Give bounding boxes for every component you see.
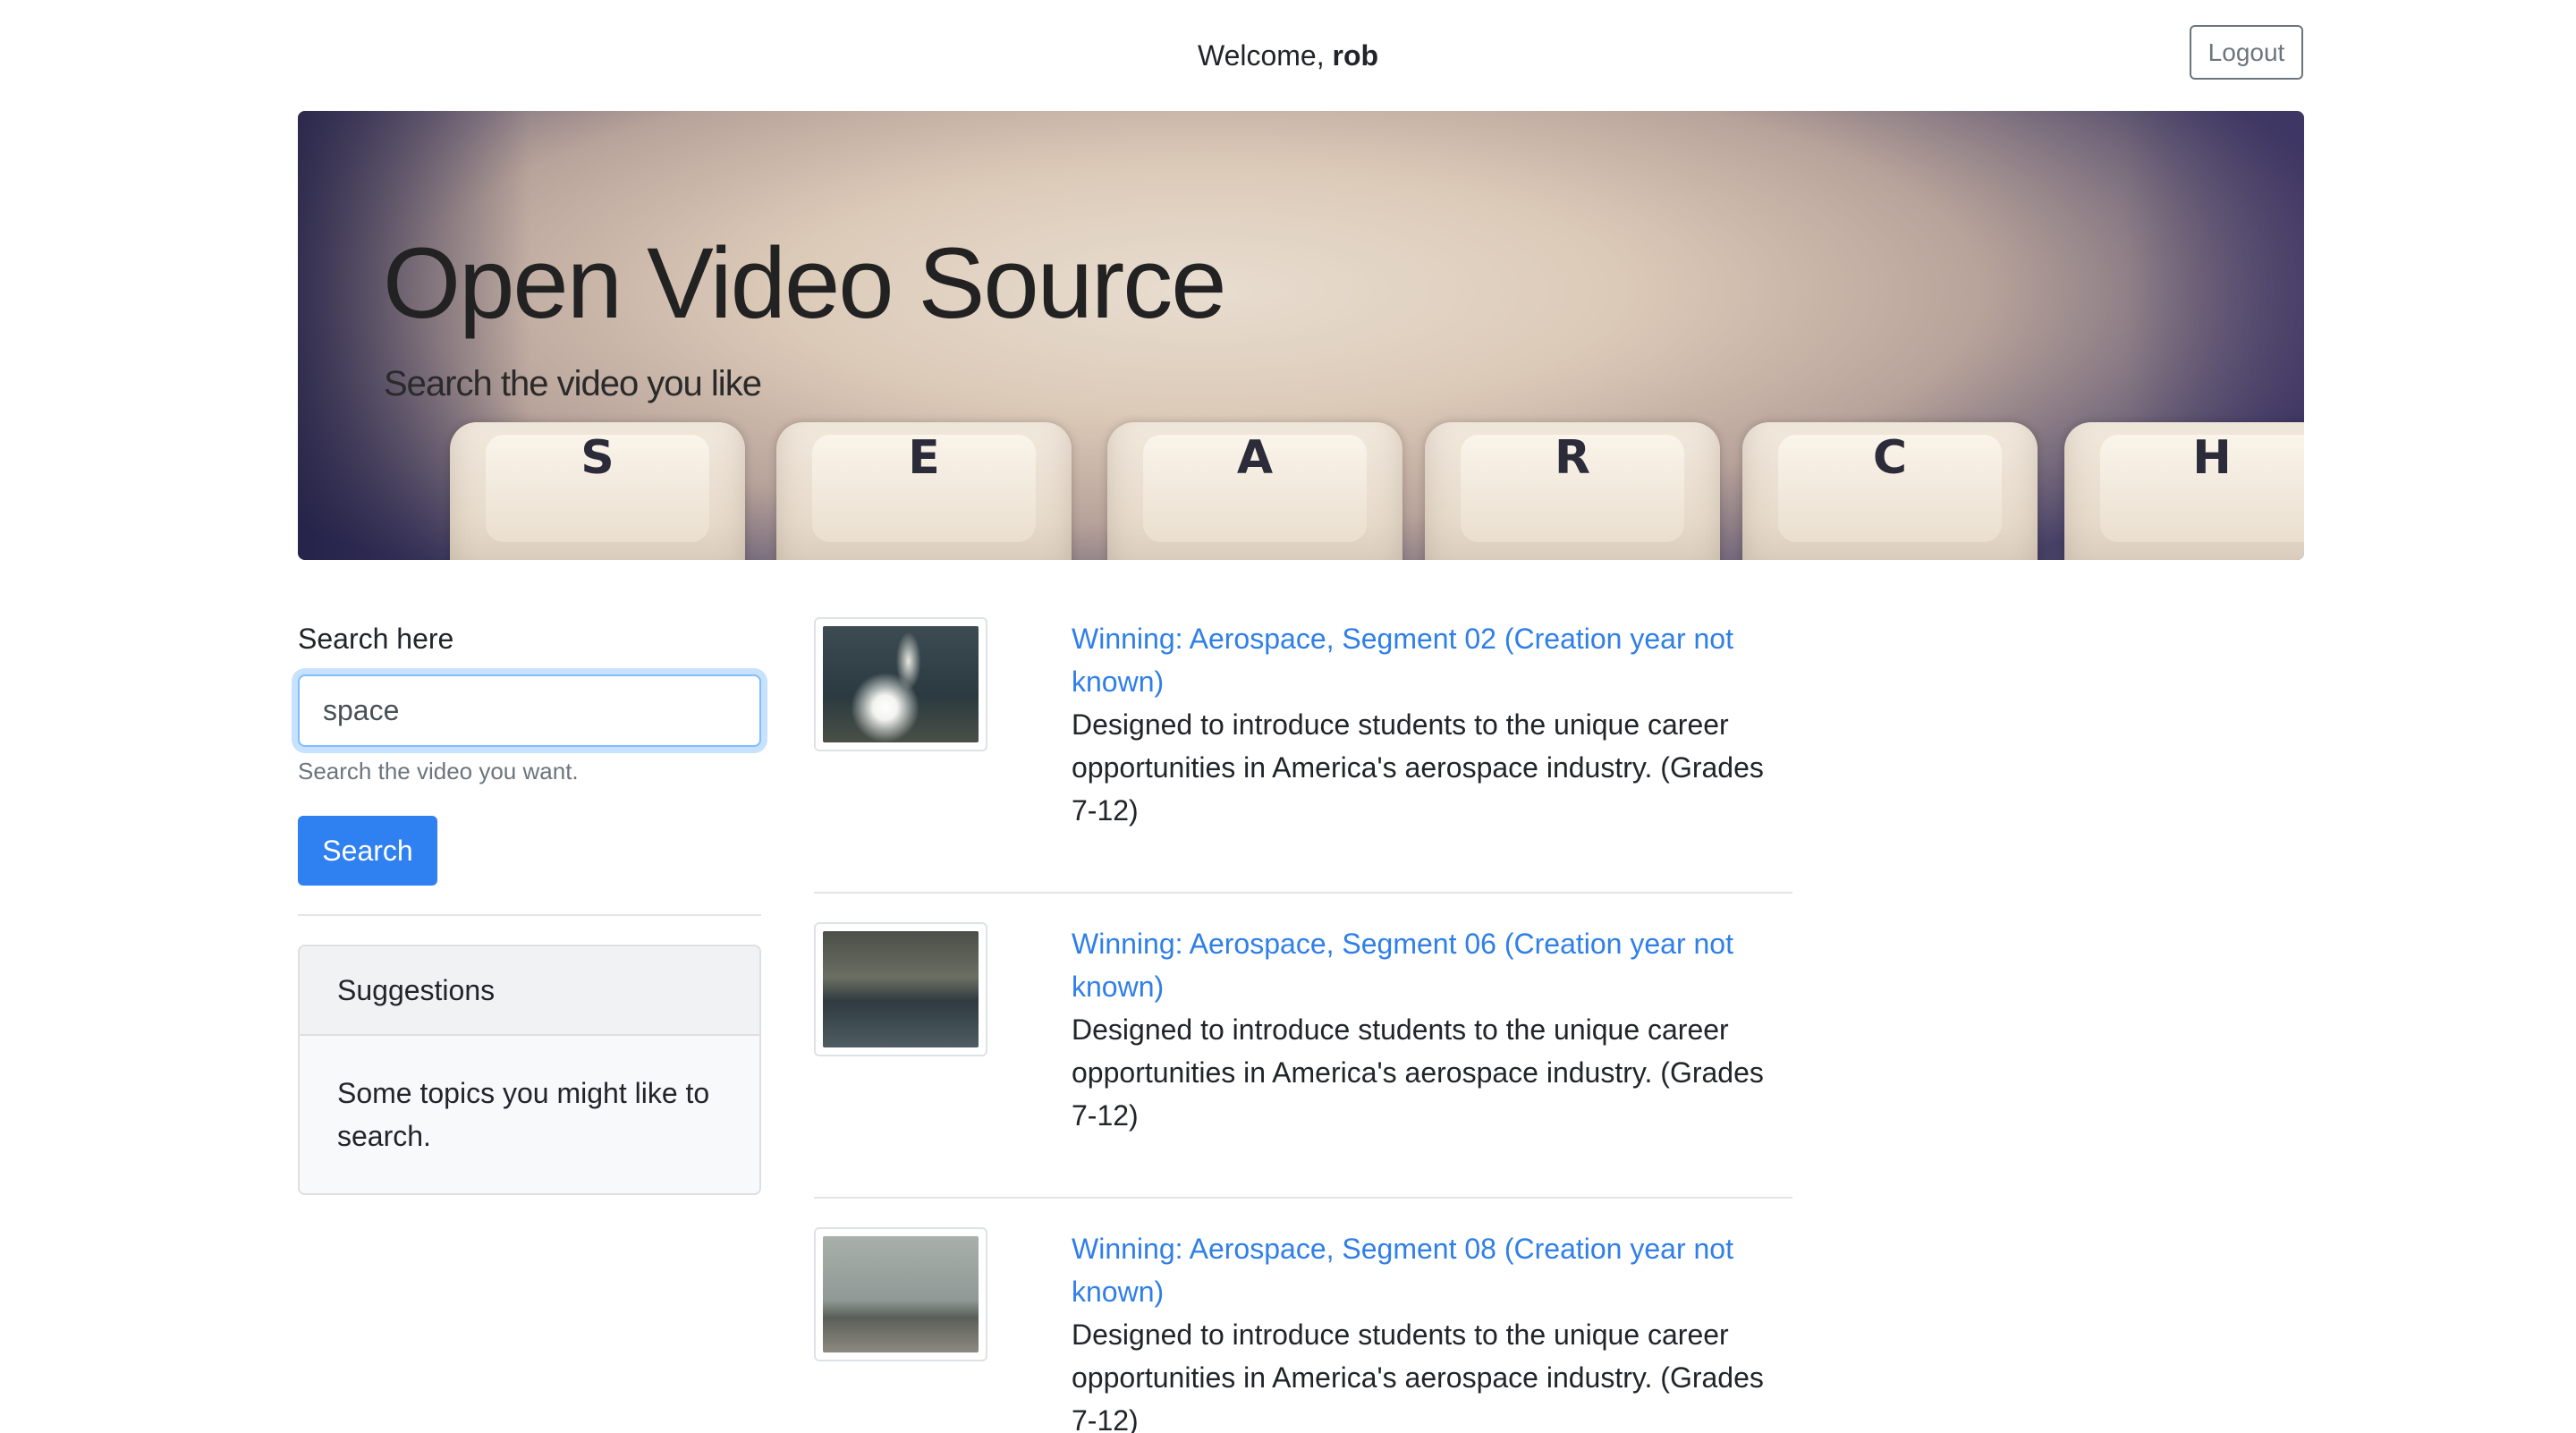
welcome-prefix: Welcome, <box>1197 39 1325 72</box>
video-thumbnail[interactable] <box>814 617 987 751</box>
key-letter: S <box>580 431 614 485</box>
site-subtitle: Search the video you like <box>384 364 762 403</box>
keyboard-key: E <box>776 422 1072 560</box>
video-thumbnail[interactable] <box>814 1227 987 1361</box>
video-thumbnail[interactable] <box>814 922 987 1056</box>
result-divider <box>814 892 1792 894</box>
result-title-link[interactable]: Winning: Aerospace, Segment 06 (Creation… <box>1072 922 1792 1008</box>
keyboard-key: A <box>1107 422 1402 560</box>
suggestions-header: Suggestions <box>300 946 759 1036</box>
key-letter: E <box>908 431 940 485</box>
keyboard-key: C <box>1742 422 2038 560</box>
logout-button[interactable]: Logout <box>2190 25 2303 80</box>
site-title: Open Video Source <box>383 227 1227 339</box>
username: rob <box>1332 39 1379 72</box>
result-divider <box>814 1197 1792 1199</box>
search-button[interactable]: Search <box>298 816 437 886</box>
key-letter: C <box>1872 431 1908 485</box>
key-letter: H <box>2192 431 2232 485</box>
keyboard-key: S <box>450 422 745 560</box>
result-title-link[interactable]: Winning: Aerospace, Segment 08 (Creation… <box>1072 1227 1792 1313</box>
suggestions-card: Suggestions Some topics you might like t… <box>298 945 761 1195</box>
divider <box>298 914 761 916</box>
keyboard-key: R <box>1425 422 1720 560</box>
result-description: Designed to introduce students to the un… <box>1072 1319 1764 1433</box>
thumbnail-image <box>823 931 979 1047</box>
result-title-link[interactable]: Winning: Aerospace, Segment 02 (Creation… <box>1072 617 1792 703</box>
keyboard-key: H <box>2064 422 2304 560</box>
key-letter: R <box>1554 431 1591 485</box>
search-help-text: Search the video you want. <box>298 758 579 784</box>
search-input[interactable] <box>298 674 761 747</box>
thumbnail-image <box>823 1236 979 1352</box>
page: Welcome, rob Logout S E A R C H Open Vid… <box>0 0 2576 1433</box>
thumbnail-image <box>823 626 979 742</box>
key-letter: A <box>1236 431 1274 485</box>
jumbotron-banner: S E A R C H Open Video Source Search the… <box>298 111 2304 560</box>
search-label: Search here <box>298 623 454 655</box>
result-description: Designed to introduce students to the un… <box>1072 708 1764 827</box>
result-description: Designed to introduce students to the un… <box>1072 1013 1764 1132</box>
suggestions-body: Some topics you might like to search. <box>300 1036 759 1193</box>
